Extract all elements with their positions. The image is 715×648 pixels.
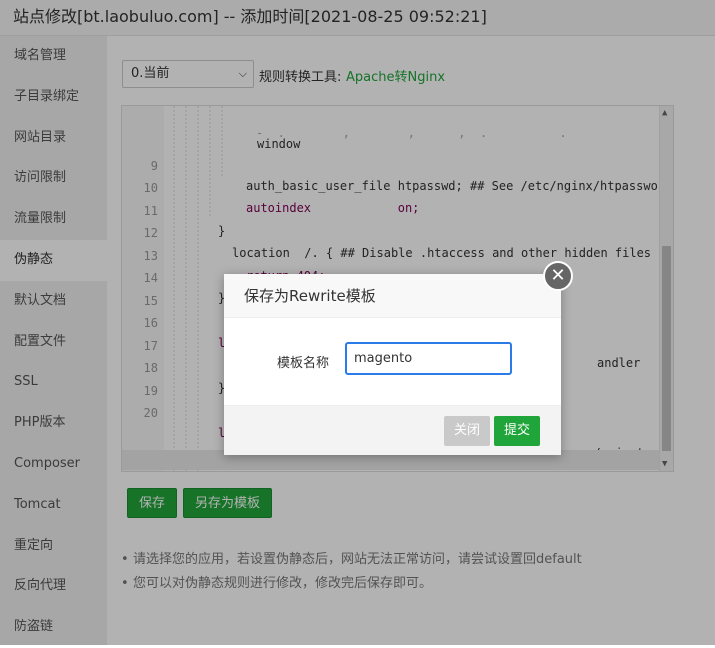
save-template-dialog: 保存为Rewrite模板 ✕ 模板名称 magento 关闭 提交 — [224, 261, 573, 455]
submit-button[interactable]: 提交 — [494, 416, 541, 446]
dialog-title: 保存为Rewrite模板 — [224, 274, 561, 318]
template-name-label: 模板名称 — [277, 356, 330, 371]
dialog-footer: 关闭 提交 — [224, 405, 561, 455]
close-button[interactable]: 关闭 — [444, 416, 491, 446]
close-icon[interactable]: ✕ — [543, 261, 573, 291]
template-name-input[interactable]: magento — [345, 342, 512, 375]
